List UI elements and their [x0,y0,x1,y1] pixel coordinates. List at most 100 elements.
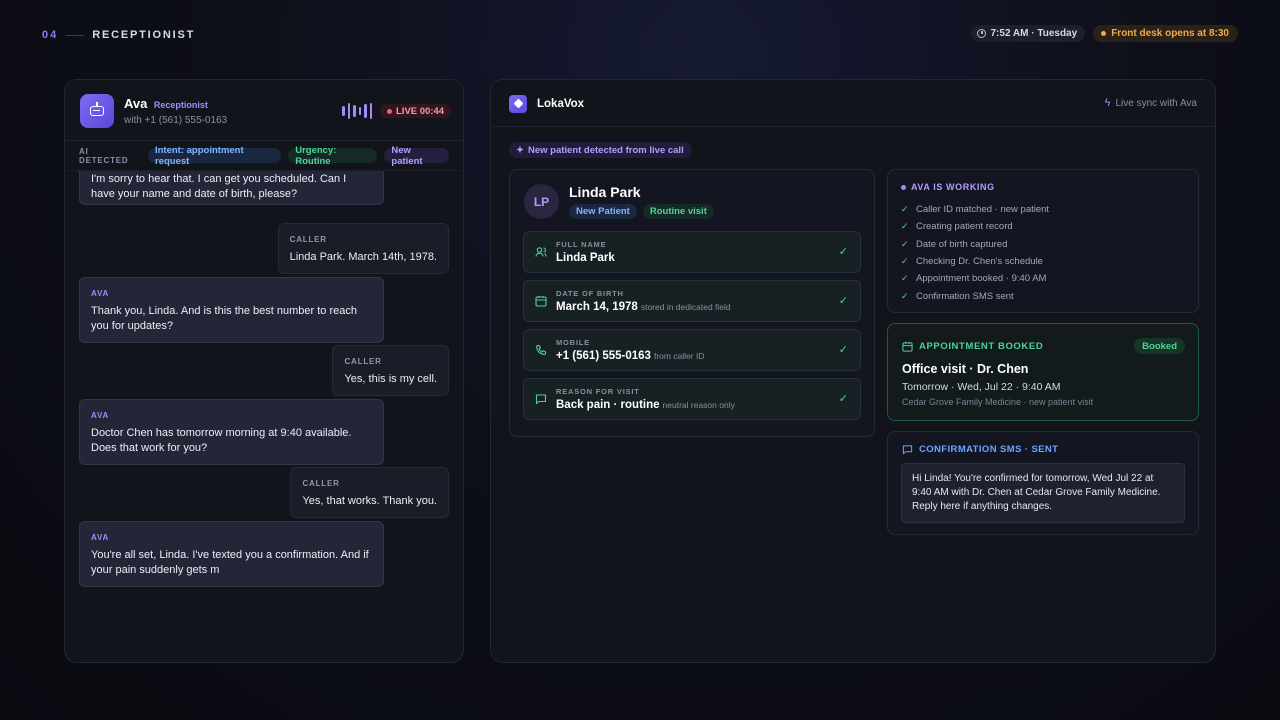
work-steps-list: ✓ Caller ID matched · new patient ✓ Creati… [901,201,1049,305]
field-mobile[interactable]: MOBILE +1 (561) 555-0163 from caller ID ✓ [523,329,861,371]
top-status-chips: 7:52 AM · Tuesday Front desk opens at 8:… [971,25,1238,42]
live-timer: LIVE 00:44 [396,105,445,117]
message-text: Doctor Chen has tomorrow morning at 9:40… [91,427,352,454]
chat-message-ava: AVA Doctor Chen has tomorrow morning at … [79,399,384,465]
speaker-label: CALLER [344,357,382,366]
step-divider [66,34,85,36]
field-label: FULL NAME [556,240,607,249]
ai-detected-bar: AI DETECTED Intent: appointment request … [66,141,462,171]
ava-working-title: AVA IS WORKING [901,182,995,192]
message-text: Thank you, Linda. And is this the best n… [91,305,357,332]
check-icon: ✓ [838,344,848,356]
message-text: Yes, this is my cell. [344,373,437,385]
ai-detected-label: AI DETECTED [79,146,129,165]
live-timer-badge: LIVE 00:44 [380,104,452,118]
message-square-icon [902,445,913,455]
field-value: Linda Park [556,252,615,264]
appointment-card[interactable]: APPOINTMENT BOOKED Booked Office visit ·… [887,323,1199,421]
speaker-label: CALLER [302,479,340,488]
list-item: ✓ Date of birth captured [901,238,1008,250]
lokavox-logo-icon [509,94,527,113]
list-item: ✓ Confirmation SMS sent [901,290,1014,302]
patient-avatar: LP [524,184,559,219]
routine-visit-tag: Routine visit [642,204,714,219]
appointment-location: Cedar Grove Family Medicine · new patien… [902,397,1094,407]
field-value: Back pain · routine neutral reason only [556,399,735,411]
sms-card: CONFIRMATION SMS · SENT Hi Linda! You're… [887,431,1199,535]
sms-title: CONFIRMATION SMS · SENT [902,444,1058,455]
list-item: ✓ Checking Dr. Chen's schedule [901,256,1043,268]
agent-info: Ava Receptionist with +1 (561) 555-0163 [124,95,227,126]
list-item: ✓ Creating patient record [901,221,1013,233]
status-dot-icon [1101,31,1107,36]
calendar-icon [902,341,913,352]
field-reason-for-visit[interactable]: REASON FOR VISIT Back pain · routine neut… [523,378,861,420]
check-icon: ✓ [838,393,848,405]
check-icon: ✓ [901,204,909,215]
transcript[interactable]: I'm sorry to hear that. I can get you sc… [66,171,462,661]
new-patient-detected-label: New patient detected from live call [527,144,684,156]
audio-waveform-icon [342,103,372,119]
field-full-name[interactable]: FULL NAME Linda Park ✓ [523,231,861,273]
chat-message-ava: AVA Thank you, Linda. And is this the be… [79,277,384,343]
field-value: +1 (561) 555-0163 from caller ID [556,350,705,362]
live-dot-icon [387,108,392,114]
front-desk-chip: Front desk opens at 8:30 [1093,25,1238,42]
lokavox-panel: LokaVox ϟ Live sync with Ava ✦ New patie… [491,80,1215,662]
user-icon [535,247,547,257]
app-brand: LokaVox [537,97,585,110]
clock-icon [977,29,987,38]
field-label: DATE OF BIRTH [556,289,624,298]
top-bar: 04 RECEPTIONIST 7:52 AM · Tuesday Front … [42,25,1238,44]
agent-name: Ava [124,96,148,111]
check-icon: ✓ [901,256,909,267]
step-title: RECEPTIONIST [92,29,196,41]
ava-working-card: AVA IS WORKING ✓ Caller ID matched · new … [887,169,1199,313]
message-text: Yes, that works. Thank you. [302,495,437,507]
chat-message-caller: CALLER Linda Park. March 14th, 1978. [277,223,449,274]
speaker-label: CALLER [289,235,327,244]
calendar-icon [535,296,547,307]
speaker-label: AVA [91,411,110,420]
check-icon: ✓ [901,221,909,232]
sparkle-icon: ✦ [516,144,524,156]
patient-card: LP Linda Park New Patient Routine visit … [509,169,875,437]
check-icon: ✓ [901,238,909,249]
chat-message-caller: CALLER Yes, this is my cell. [332,345,449,396]
appointment-title: APPOINTMENT BOOKED [902,341,1043,352]
patient-tags: New Patient Routine visit [569,204,714,219]
field-note: stored in dedicated field [640,302,731,312]
live-sync-status: ϟ Live sync with Ava [1105,97,1197,109]
appointment-time: Tomorrow · Wed, Jul 22 · 9:40 AM [902,381,1061,393]
call-header: Ava Receptionist with +1 (561) 555-0163 … [66,81,462,141]
urgency-tag: Urgency: Routine [288,145,378,167]
message-text: Linda Park. March 14th, 1978. [289,251,437,263]
chat-message-caller: CALLER Yes, that works. Thank you. [290,467,449,518]
field-note: neutral reason only [662,400,735,410]
message-text: You're all set, Linda. I've texted you a… [91,549,369,576]
check-icon: ✓ [838,295,848,307]
sms-message-body: Hi Linda! You're confirmed for tomorrow,… [901,463,1185,523]
speaker-label: AVA [91,289,110,298]
step-number: 04 [42,29,59,41]
booked-badge: Booked [1134,338,1185,354]
list-item: ✓ Appointment booked · 9:40 AM [901,273,1047,285]
status-dot-icon [901,184,906,190]
appointment-heading: Office visit · Dr. Chen [902,362,1029,376]
message-square-icon [535,394,547,405]
field-date-of-birth[interactable]: DATE OF BIRTH March 14, 1978 stored in de… [523,280,861,322]
agent-role: Receptionist [153,100,208,110]
check-icon: ✓ [901,273,909,284]
intent-tag: Intent: appointment request [147,145,282,167]
new-patient-detected-badge: ✦ New patient detected from live call [509,142,692,158]
time-label: 7:52 AM · Tuesday [990,28,1078,39]
live-sync-label: Live sync with Ava [1115,97,1197,109]
field-note: from caller ID [653,351,705,361]
chat-message-ava: AVA You're all set, Linda. I've texted y… [79,521,384,587]
field-label: MOBILE [556,338,590,347]
new-patient-tag: New patient [384,145,450,167]
field-label: REASON FOR VISIT [556,387,640,396]
phone-icon [536,344,547,355]
check-icon: ✓ [901,290,909,301]
list-item: ✓ Caller ID matched · new patient [901,204,1050,216]
